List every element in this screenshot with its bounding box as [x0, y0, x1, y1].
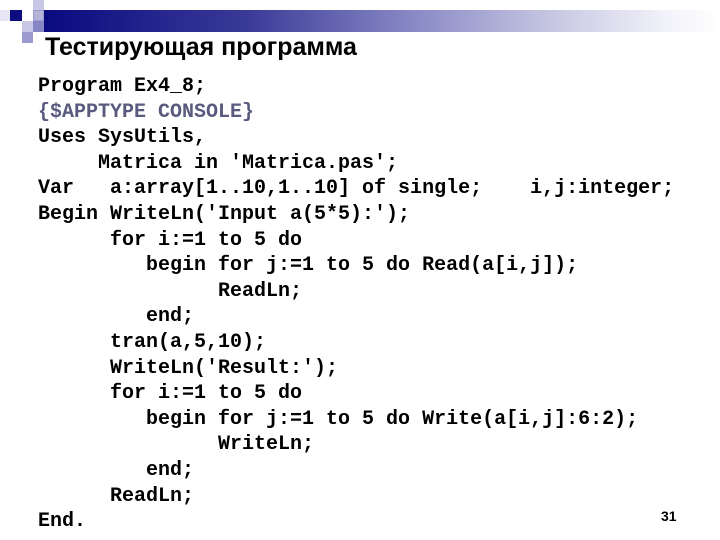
decorative-square — [33, 21, 44, 32]
code-line: for i:=1 to 5 do — [38, 228, 303, 252]
code-line: tran(a,5,10); — [38, 330, 267, 354]
title-gradient-bar — [44, 10, 720, 32]
decorative-square — [22, 21, 33, 32]
code-line-comment: {$APPTYPE CONSOLE} — [38, 100, 255, 124]
decorative-square — [0, 10, 10, 21]
page-number: 31 — [661, 508, 677, 524]
decorative-square — [33, 10, 44, 21]
decorative-square — [10, 10, 22, 21]
code-line: end; — [38, 305, 195, 329]
code-line: ReadLn; — [38, 279, 303, 303]
code-line: WriteLn; — [38, 433, 315, 457]
code-line: Var a:array[1..10,1..10] of single; i,j:… — [38, 177, 675, 201]
code-line: ReadLn; — [38, 484, 195, 508]
decorative-square — [22, 32, 33, 43]
slide-title: Тестирующая программа — [45, 33, 357, 61]
code-line: end; — [38, 458, 195, 482]
code-line: End. — [38, 510, 87, 534]
decorative-square — [33, 0, 44, 10]
code-line: Uses SysUtils, — [38, 126, 207, 150]
code-line: Begin WriteLn('Input a(5*5):'); — [38, 202, 411, 226]
code-line: WriteLn('Result:'); — [38, 356, 339, 380]
code-line: begin for j:=1 to 5 do Write(a[i,j]:6:2)… — [38, 407, 639, 431]
code-line: begin for j:=1 to 5 do Read(a[i,j]); — [38, 254, 579, 278]
code-line: Program Ex4_8; — [38, 75, 207, 98]
code-line: Matrica in 'Matrica.pas'; — [38, 151, 399, 175]
code-line: for i:=1 to 5 do — [38, 382, 303, 406]
code-listing: Program Ex4_8; {$APPTYPE CONSOLE} Uses S… — [38, 74, 674, 535]
